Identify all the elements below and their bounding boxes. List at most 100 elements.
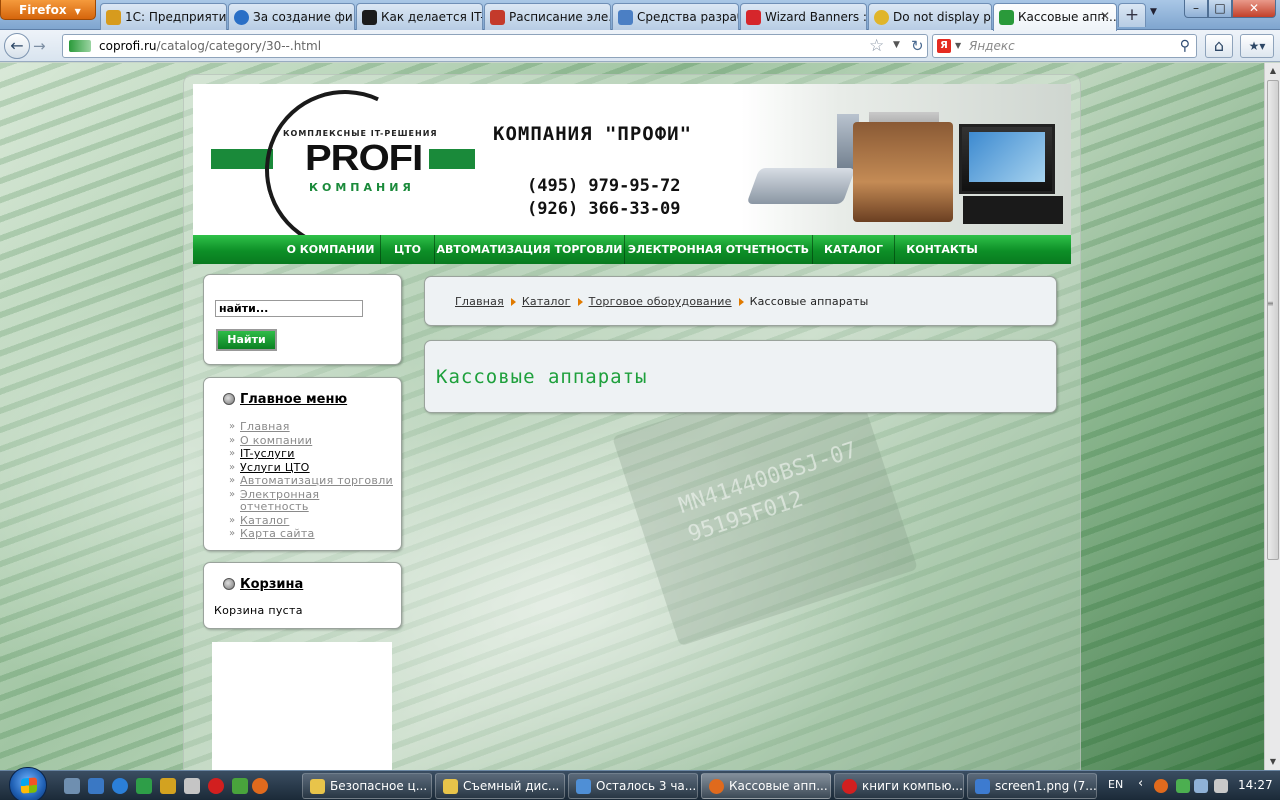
browser-tab-1[interactable]: 1С: Предприяти...: [100, 3, 227, 30]
browser-tab-7[interactable]: Do not display pr...: [868, 3, 992, 30]
taskbar-item-4[interactable]: Кассовые апп...: [701, 773, 831, 799]
yandex-search-engine-icon[interactable]: Я: [937, 39, 951, 53]
quick-launch-app-icon[interactable]: [160, 778, 176, 794]
topmenu-item-cto[interactable]: ЦТО: [381, 235, 435, 264]
topmenu-item-trade-automation[interactable]: АВТОМАТИЗАЦИЯ ТОРГОВЛИ: [435, 235, 625, 264]
new-tab-button[interactable]: +: [1118, 3, 1146, 27]
scrollbar-thumb[interactable]: [1267, 80, 1279, 560]
topmenu-item-catalog[interactable]: КАТАЛОГ: [813, 235, 895, 264]
topmenu-item-contacts[interactable]: КОНТАКТЫ: [895, 235, 989, 264]
browser-tab-6[interactable]: Wizard Banners ::...: [740, 3, 867, 30]
main-menu-heading[interactable]: Главное меню: [223, 392, 347, 407]
taskbar-item-6[interactable]: screen1.png (7...: [967, 773, 1097, 799]
list-all-tabs-icon[interactable]: ▼: [1150, 7, 1157, 17]
tab-label: Средства разраб...: [637, 10, 738, 24]
task-label: screen1.png (7...: [995, 779, 1097, 793]
main-menu-item-home[interactable]: Главная: [229, 421, 399, 434]
opera-icon[interactable]: [208, 778, 224, 794]
firefox-icon: [709, 779, 724, 794]
main-menu-item-sitemap[interactable]: Карта сайта: [229, 528, 399, 541]
windows-logo-icon: [21, 777, 37, 794]
reload-icon[interactable]: ↻: [911, 37, 924, 55]
input-language-indicator[interactable]: EN: [1108, 778, 1123, 791]
header-equipment-image: [741, 84, 1071, 235]
folder-icon: [443, 779, 458, 794]
copy-progress-icon: [576, 779, 591, 794]
address-bar[interactable]: coprofi.ru/catalog/category/30--.html ☆ …: [62, 34, 928, 58]
tab-label: Как делается IT-...: [381, 10, 482, 24]
search-module: Найти: [203, 274, 402, 365]
breadcrumb-link-trade-equipment[interactable]: Торговое оборудование: [589, 295, 732, 308]
cart-heading[interactable]: Корзина: [223, 577, 303, 592]
main-menu-module: Главное меню Главная О компании IT-услуг…: [203, 377, 402, 551]
category-title-box: Кассовые аппараты: [424, 340, 1057, 413]
cash-drawer-image: [963, 196, 1063, 224]
logo-subtitle: КОМПАНИЯ: [309, 181, 415, 194]
tray-app-icon[interactable]: [1154, 779, 1168, 793]
main-menu-item-about[interactable]: О компании: [229, 434, 399, 447]
site-identity-icon[interactable]: [69, 40, 91, 52]
maximize-window-button[interactable]: □: [1208, 0, 1232, 18]
opera-icon: [842, 779, 857, 794]
scroll-down-icon[interactable]: ▼: [1265, 754, 1280, 770]
explorer-icon[interactable]: [88, 778, 104, 794]
search-engine-dropdown-icon[interactable]: ▼: [955, 41, 961, 50]
main-menu-item-cto-services[interactable]: Услуги ЦТО: [229, 461, 399, 474]
quick-launch-app-icon[interactable]: [136, 778, 152, 794]
topmenu-item-about[interactable]: О КОМПАНИИ: [281, 235, 381, 264]
scale-image: [746, 168, 856, 204]
search-icon[interactable]: ⚲: [1180, 38, 1190, 54]
taskbar-item-2[interactable]: Съемный дис...: [435, 773, 565, 799]
main-menu-item-e-reporting[interactable]: Электроннаяотчетность: [229, 488, 399, 513]
browser-tab-2[interactable]: За создание фи...: [228, 3, 355, 30]
search-box[interactable]: Я ▼ Яндекс ⚲: [932, 34, 1197, 58]
bookmark-star-icon[interactable]: ☆: [869, 36, 884, 56]
breadcrumb-arrow-icon: [577, 298, 583, 306]
navigation-toolbar: ← → coprofi.ru/catalog/category/30--.htm…: [0, 30, 1280, 62]
chevron-down-icon: ▼: [74, 7, 81, 16]
url-history-dropdown-icon[interactable]: ▼: [893, 40, 900, 50]
firefox-menu-button[interactable]: Firefox ▼: [0, 0, 96, 20]
site-search-button[interactable]: Найти: [216, 329, 277, 351]
bookmarks-button[interactable]: ★▾: [1240, 34, 1274, 58]
browser-tab-3[interactable]: Как делается IT-...: [356, 3, 483, 30]
browser-tab-active[interactable]: Кассовые апп... ✕: [993, 3, 1117, 31]
forward-button[interactable]: →: [33, 37, 46, 55]
taskbar-item-1[interactable]: Безопасное ц...: [302, 773, 432, 799]
start-button[interactable]: [9, 767, 47, 800]
cart-module: Корзина Корзина пуста: [203, 562, 402, 629]
clock[interactable]: 14:27: [1238, 778, 1273, 792]
browser-tab-4[interactable]: Расписание эле...: [484, 3, 611, 30]
taskbar-item-5[interactable]: книги компью...: [834, 773, 964, 799]
show-desktop-icon[interactable]: [64, 778, 80, 794]
breadcrumb-arrow-icon: [510, 298, 516, 306]
volume-icon[interactable]: [1214, 779, 1228, 793]
close-tab-icon[interactable]: ✕: [1100, 9, 1110, 23]
home-button[interactable]: ⌂: [1205, 34, 1233, 58]
vertical-scrollbar[interactable]: ▲ ≡ ▼: [1264, 63, 1280, 770]
site-search-input[interactable]: [215, 300, 363, 317]
breadcrumb-link-catalog[interactable]: Каталог: [522, 295, 571, 308]
quick-launch-app-icon[interactable]: [232, 778, 248, 794]
firefox-icon[interactable]: [252, 778, 268, 794]
logo-bar-right: [429, 149, 475, 169]
tray-app-icon[interactable]: [1176, 779, 1190, 793]
scroll-up-icon[interactable]: ▲: [1265, 63, 1280, 79]
back-button[interactable]: ←: [4, 33, 30, 59]
breadcrumb-link-home[interactable]: Главная: [455, 295, 504, 308]
main-menu-item-it-services[interactable]: IT-услуги: [229, 448, 399, 461]
taskbar-item-3[interactable]: Осталось 3 ча...: [568, 773, 698, 799]
main-menu-item-trade-automation[interactable]: Автоматизация торговли: [229, 475, 399, 488]
logo-wordmark[interactable]: PROFI: [305, 138, 423, 179]
quick-launch-app-icon[interactable]: [184, 778, 200, 794]
main-menu-item-catalog[interactable]: Каталог: [229, 514, 399, 527]
internet-explorer-icon[interactable]: [112, 778, 128, 794]
image-viewer-icon: [975, 779, 990, 794]
task-label: книги компью...: [862, 779, 963, 793]
network-icon[interactable]: [1194, 779, 1208, 793]
browser-tab-5[interactable]: Средства разраб...: [612, 3, 739, 30]
topmenu-item-e-reporting[interactable]: ЭЛЕКТРОННАЯ ОТЧЕТНОСТЬ: [625, 235, 813, 264]
show-hidden-icons-icon[interactable]: ‹: [1138, 776, 1143, 791]
minimize-window-button[interactable]: –: [1184, 0, 1208, 18]
close-window-button[interactable]: ✕: [1232, 0, 1276, 18]
